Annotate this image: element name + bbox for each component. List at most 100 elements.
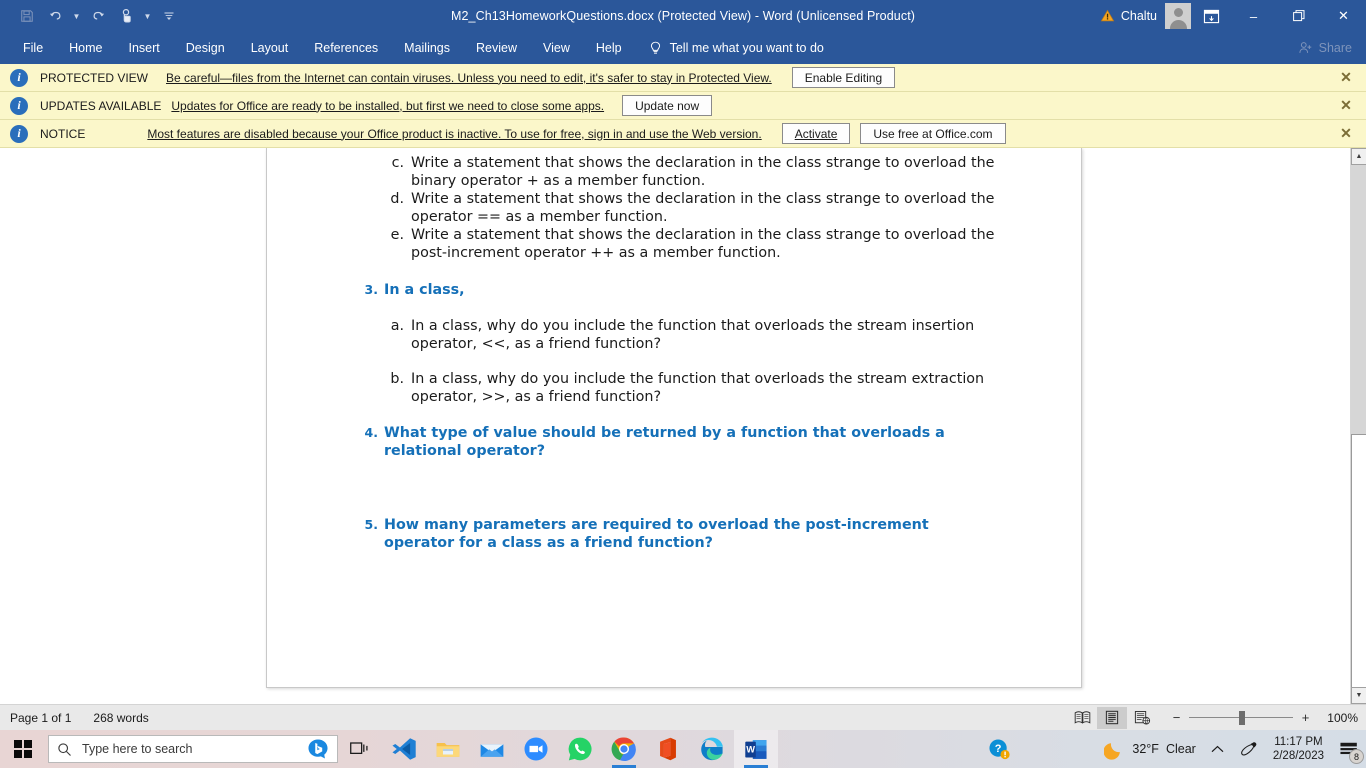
share-person-icon bbox=[1298, 41, 1313, 55]
zoom-in-button[interactable]: + bbox=[1300, 710, 1311, 725]
web-layout-icon[interactable] bbox=[1127, 707, 1157, 729]
warning-icon bbox=[1100, 9, 1115, 23]
microsoft-edge-icon[interactable] bbox=[690, 730, 734, 768]
zoom-control[interactable]: − + 100% bbox=[1171, 710, 1358, 725]
ribbon-tab-bar: File Home Insert Design Layout Reference… bbox=[0, 32, 1366, 64]
tab-insert[interactable]: Insert bbox=[116, 32, 173, 64]
zoom-level[interactable]: 100% bbox=[1326, 711, 1358, 725]
whatsapp-icon[interactable] bbox=[558, 730, 602, 768]
list-item: d. Write a statement that shows the decl… bbox=[387, 190, 1001, 226]
taskbar-search-box[interactable]: Type here to search bbox=[48, 735, 338, 763]
help-icon[interactable]: ? bbox=[981, 730, 1017, 768]
vertical-scrollbar[interactable]: ▲ ▼ bbox=[1350, 148, 1366, 704]
close-icon[interactable]: ✕ bbox=[1338, 69, 1354, 86]
mail-icon[interactable] bbox=[470, 730, 514, 768]
restore-button[interactable] bbox=[1276, 0, 1321, 32]
zoom-icon[interactable] bbox=[514, 730, 558, 768]
google-chrome-icon[interactable] bbox=[602, 730, 646, 768]
activate-button[interactable]: Activate bbox=[781, 123, 851, 144]
microsoft-office-icon[interactable] bbox=[646, 730, 690, 768]
ribbon-tabs: File Home Insert Design Layout Reference… bbox=[10, 32, 824, 64]
infobar-label: UPDATES AVAILABLE bbox=[40, 98, 162, 113]
visual-studio-code-icon[interactable] bbox=[382, 730, 426, 768]
scroll-up-icon[interactable]: ▲ bbox=[1351, 148, 1366, 165]
list-text: Write a statement that shows the declara… bbox=[411, 191, 995, 225]
weather-widget[interactable]: 32°F Clear bbox=[1097, 730, 1202, 768]
tab-review[interactable]: Review bbox=[463, 32, 530, 64]
scrollbar-track[interactable] bbox=[1351, 165, 1366, 700]
tell-me-label: Tell me what you want to do bbox=[669, 41, 824, 55]
tab-mailings[interactable]: Mailings bbox=[391, 32, 463, 64]
word-count[interactable]: 268 words bbox=[93, 711, 148, 725]
tab-file[interactable]: File bbox=[10, 32, 56, 64]
tab-references[interactable]: References bbox=[301, 32, 391, 64]
taskbar-clock[interactable]: 11:17 PM 2/28/2023 bbox=[1265, 735, 1332, 763]
question-marker: 5. bbox=[364, 517, 378, 532]
print-layout-icon[interactable] bbox=[1097, 706, 1127, 729]
update-now-button[interactable]: Update now bbox=[622, 95, 713, 116]
enable-editing-button[interactable]: Enable Editing bbox=[791, 67, 896, 88]
windows-logo-icon bbox=[14, 740, 32, 758]
minimize-button[interactable]: – bbox=[1231, 0, 1276, 32]
list-item: e. Write a statement that shows the decl… bbox=[387, 226, 1001, 262]
zoom-slider-thumb[interactable] bbox=[1239, 710, 1245, 725]
page-indicator[interactable]: Page 1 of 1 bbox=[10, 711, 71, 725]
zoom-out-button[interactable]: − bbox=[1171, 710, 1182, 725]
system-tray: ? 32°F Clear 11:17 PM 2/28/2023 8 bbox=[981, 730, 1366, 768]
close-icon[interactable]: ✕ bbox=[1338, 125, 1354, 142]
list-text: In a class, why do you include the funct… bbox=[411, 371, 985, 405]
user-name[interactable]: Chaltu bbox=[1121, 9, 1157, 23]
start-button[interactable] bbox=[0, 730, 46, 768]
read-mode-icon[interactable] bbox=[1067, 707, 1097, 729]
list-text: Write a statement that shows the declara… bbox=[411, 155, 995, 189]
status-bar-right: − + 100% bbox=[1067, 706, 1358, 729]
use-free-at-office-button[interactable]: Use free at Office.com bbox=[860, 123, 1006, 144]
task-view-button[interactable] bbox=[338, 730, 382, 768]
lightbulb-icon bbox=[649, 41, 662, 56]
list-text: Write a statement that shows the declara… bbox=[411, 227, 995, 261]
question-marker: 4. bbox=[364, 425, 378, 440]
close-icon[interactable]: ✕ bbox=[1338, 97, 1354, 114]
document-canvas[interactable]: the operator + c. Write a statement that… bbox=[0, 148, 1350, 704]
infobar-label: PROTECTED VIEW bbox=[40, 70, 149, 85]
status-bar: Page 1 of 1 268 words − + 100% bbox=[0, 704, 1366, 730]
scroll-down-icon[interactable]: ▼ bbox=[1351, 687, 1366, 704]
ribbon-display-options-icon[interactable] bbox=[1191, 0, 1231, 32]
tab-home[interactable]: Home bbox=[56, 32, 115, 64]
notification-center-button[interactable]: 8 bbox=[1332, 730, 1366, 768]
bing-chat-icon[interactable] bbox=[307, 738, 329, 760]
question-text: How many parameters are required to over… bbox=[384, 517, 929, 551]
list-item: b. In a class, why do you include the fu… bbox=[387, 370, 1001, 406]
document-page[interactable]: the operator + c. Write a statement that… bbox=[266, 148, 1082, 688]
tell-me-search[interactable]: Tell me what you want to do bbox=[649, 32, 824, 64]
infobar-notice: i NOTICE Most features are disabled beca… bbox=[0, 120, 1366, 148]
scrollbar-thumb[interactable] bbox=[1351, 434, 1366, 700]
title-bar: ▼ ▼ M2_Ch13HomeworkQuestions.docx (Prote… bbox=[0, 0, 1366, 32]
tab-design[interactable]: Design bbox=[173, 32, 238, 64]
zoom-slider[interactable] bbox=[1189, 710, 1293, 725]
info-icon: i bbox=[10, 96, 28, 115]
svg-text:W: W bbox=[746, 744, 755, 754]
notification-count-badge: 8 bbox=[1349, 749, 1364, 764]
file-explorer-icon[interactable] bbox=[426, 730, 470, 768]
tab-layout[interactable]: Layout bbox=[238, 32, 302, 64]
share-button[interactable]: Share bbox=[1298, 32, 1352, 64]
infobar-updates-available: i UPDATES AVAILABLE Updates for Office a… bbox=[0, 92, 1366, 120]
info-icon: i bbox=[10, 68, 28, 87]
question-text: In a class, bbox=[384, 282, 465, 298]
infobar-message: Updates for Office are ready to be insta… bbox=[171, 98, 605, 113]
list-item: c. Write a statement that shows the decl… bbox=[387, 154, 1001, 190]
show-hidden-icons-chevron[interactable] bbox=[1203, 730, 1232, 768]
question-4: 4. What type of value should be returned… bbox=[362, 424, 984, 460]
infobar-message: Be careful—files from the Internet can c… bbox=[166, 70, 772, 85]
search-icon bbox=[57, 742, 72, 757]
infobar-protected-view: i PROTECTED VIEW Be careful—files from t… bbox=[0, 64, 1366, 92]
avatar[interactable] bbox=[1165, 3, 1191, 29]
list-text: In a class, why do you include the funct… bbox=[411, 318, 975, 352]
close-button[interactable]: ✕ bbox=[1321, 0, 1366, 32]
microsoft-word-icon[interactable]: W bbox=[734, 730, 778, 768]
pen-workspace-icon[interactable] bbox=[1232, 730, 1265, 768]
tab-view[interactable]: View bbox=[530, 32, 583, 64]
info-icon: i bbox=[10, 124, 28, 143]
tab-help[interactable]: Help bbox=[583, 32, 635, 64]
